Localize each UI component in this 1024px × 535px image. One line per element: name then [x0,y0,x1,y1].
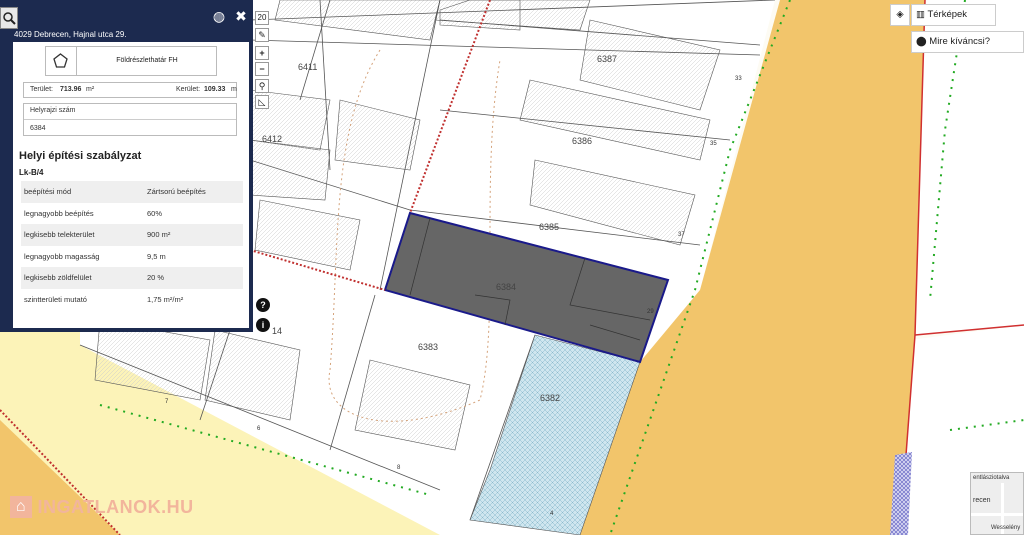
house-icon: ⌂ [10,496,32,519]
minimap-text: entlásziotalva [973,475,1010,481]
ingatlanok-logo[interactable]: ⌂ INGATLANOK.HU [10,496,210,524]
layers-icon: ◈ [896,9,904,20]
parcel-label: 6385 [539,222,559,232]
perimeter-label: Kerület: [176,86,201,93]
table-row: szintterületi mutató 1,75 m²/m² [21,289,243,311]
ruler-icon: ✎ [258,30,266,40]
locate-button[interactable]: ⚲ [255,79,269,93]
area-unit: m² [86,86,95,93]
search-place-label: Mire kíváncsi? [929,36,990,47]
rule-name: beépítési mód [21,181,144,203]
rule-name: legkisebb telekterület [21,224,144,246]
layers-button[interactable]: ◈ [890,4,910,26]
hrsz-value: 6384 [30,125,46,132]
close-icon[interactable]: ✖ [234,9,248,23]
parcel-label: 6387 [597,54,617,64]
minimap-text: recen [973,497,991,504]
maps-label: Térképek [927,9,968,20]
table-row: legnagyobb beépítés 60% [21,203,243,225]
set-square-icon: ◺ [258,97,266,107]
table-row: beépítési mód Zártsorú beépítés [21,181,243,203]
map-pin-icon: ⚲ [258,81,266,91]
hrsz-label: Helyrajzi szám [30,107,76,114]
rule-value: 20 % [144,267,243,289]
rule-value: 60% [147,208,163,218]
category-box: Földrészlethatár FH [45,46,217,76]
area-perimeter-row: Terület: 713.96 m² Kerület: 109.33 m [23,82,237,98]
rules-table: beépítési mód Zártsorú beépítés legnagyob… [21,181,243,310]
area-value: 713.96 [60,86,82,93]
zoom-out-button[interactable]: − [255,62,269,76]
rule-name: legnagyobb beépítés [24,208,94,218]
category-label: Földrészlethatár FH [116,57,178,64]
angle-tool-button[interactable]: ◺ [255,95,269,109]
parcel-label: 6384 [496,282,516,292]
parcel-label: 6382 [540,393,560,403]
measure-button[interactable]: ✎ [255,28,269,42]
table-row: legkisebb telekterület 900 m² [21,224,243,246]
search-place-button[interactable]: ⬤ Mire kíváncsi? [911,31,1024,53]
house-number: 29 [647,309,654,315]
zoom-in-button[interactable]: + [255,46,269,60]
house-number: 33 [735,76,742,82]
rule-name: szintterületi mutató [24,294,87,304]
maps-button[interactable]: ▥ Térképek [911,4,996,26]
globe-icon[interactable]: ◍ [212,9,226,23]
zoom-level: 20 [255,11,269,25]
rule-value: 900 m² [144,224,243,246]
pentagon-icon [46,47,77,75]
perimeter-value: 109.33 [204,86,226,93]
area-label: Terület: [30,86,53,93]
search-icon [3,12,16,25]
house-number: 37 [678,232,685,238]
rule-value: 9,5 m [147,251,166,261]
rule-name: legnagyobb magasság [24,251,100,261]
parcel-label: 6383 [418,342,438,352]
address-text: 4029 Debrecen, Hajnal utca 29. [14,30,127,39]
parcel-label: 14 [272,326,282,336]
house-number: 35 [710,141,717,147]
rule-name: legkisebb zöldfelület [21,267,144,289]
help-button[interactable]: ? [256,298,270,312]
parcel-label: 6411 [298,62,317,72]
logo-text: INGATLANOK.HU [37,496,194,517]
table-row: legnagyobb magasság 9,5 m [21,246,243,268]
minimap[interactable]: entlásziotalva recen Wesselény [970,472,1024,535]
info-button[interactable]: i [256,318,270,332]
rule-value: Zártsorú beépítés [144,181,243,203]
minimap-text: Wesselény [991,525,1021,531]
search-button[interactable] [0,7,18,29]
location-pin-icon: ⬤ [916,36,927,47]
zone-code: Lk-B/4 [19,168,44,177]
panel-body: Földrészlethatár FH Terület: 713.96 m² K… [13,42,249,328]
table-row: legkisebb zöldfelület 20 % [21,267,243,289]
info-panel: ◍ ✖ 4029 Debrecen, Hajnal utca 29. Földr… [0,0,253,332]
map-icon: ▥ [916,9,925,20]
parcel-label: 6412 [262,134,282,144]
perimeter-unit: m [231,86,237,93]
parcel-label: 6386 [572,136,592,146]
rule-value: 1,75 m²/m² [147,294,184,304]
hrsz-box: Helyrajzi szám 6384 [23,103,237,136]
section-title: Helyi építési szabályzat [19,150,142,162]
